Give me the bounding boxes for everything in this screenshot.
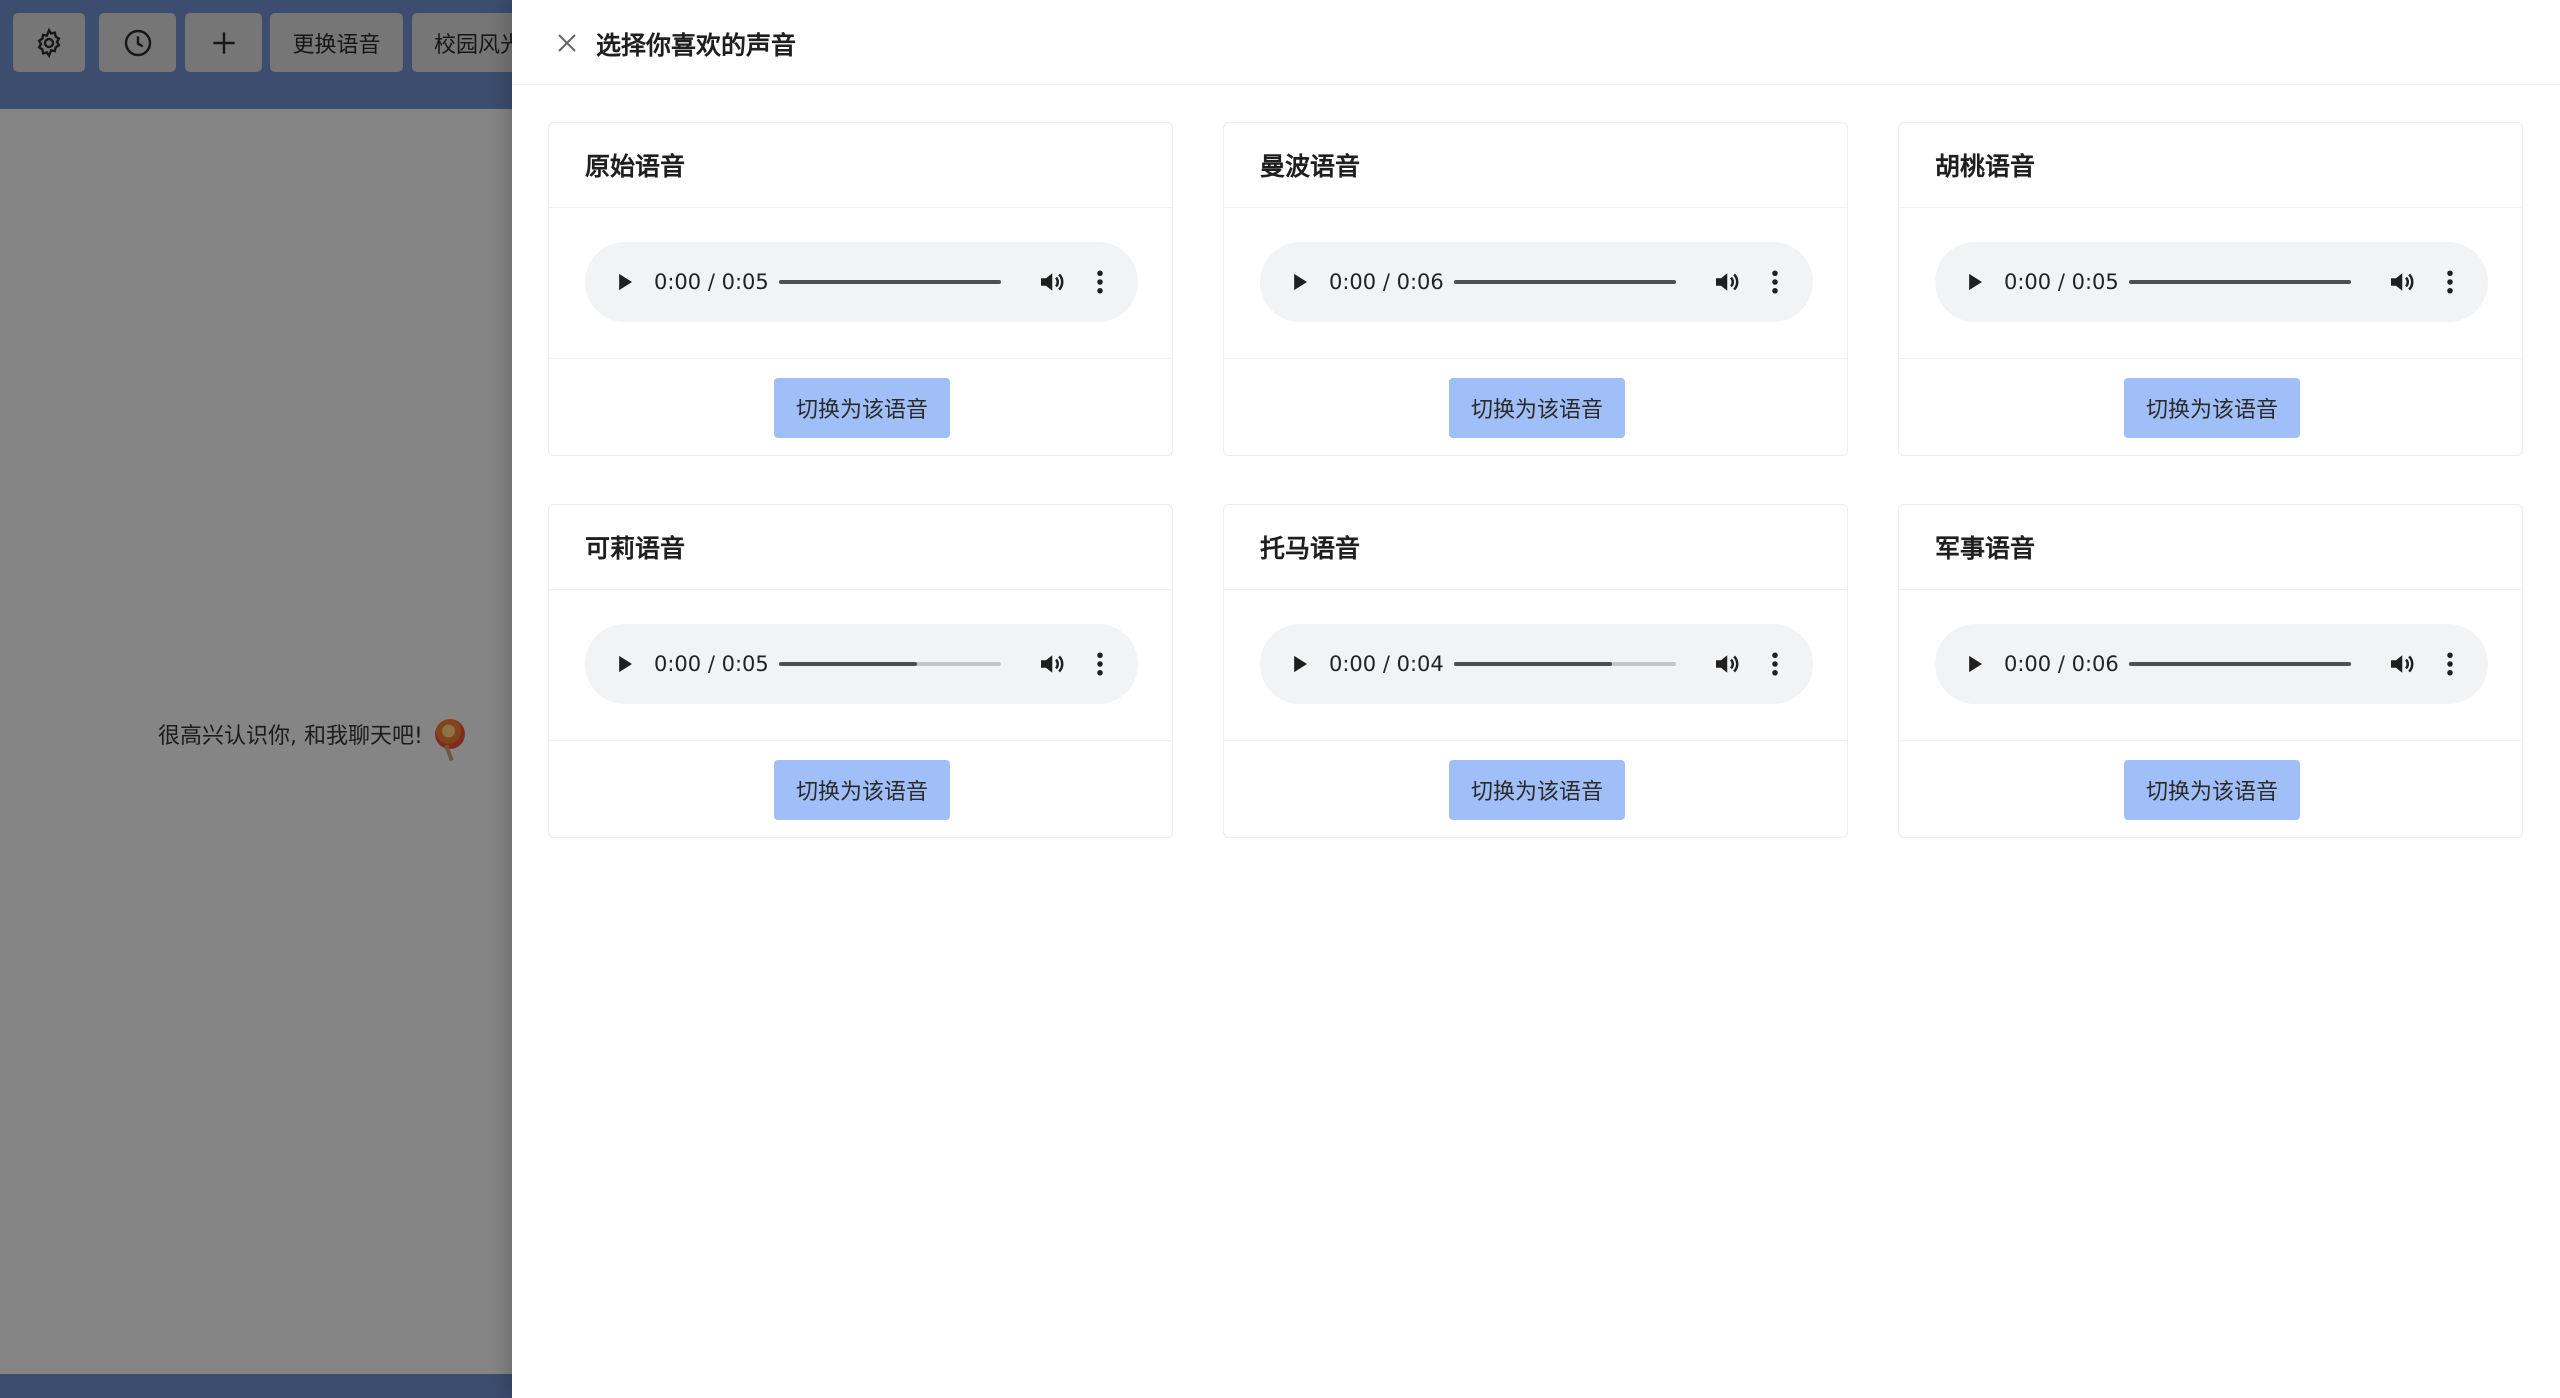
audio-progress-bar[interactable] [2129,662,2351,666]
audio-progress-bar[interactable] [1454,662,1676,666]
audio-progress-bar[interactable] [779,662,1001,666]
volume-icon[interactable] [2386,649,2416,679]
audio-time: 0:00 / 0:05 [654,652,769,676]
volume-icon[interactable] [1711,267,1741,297]
play-icon[interactable] [1286,268,1314,296]
more-options-icon[interactable] [1091,649,1109,679]
voice-card: 托马语音 0:00 / 0:04 切换为该语音 [1223,504,1848,838]
play-icon[interactable] [1286,650,1314,678]
audio-time: 0:00 / 0:05 [654,270,769,294]
voice-name: 托马语音 [1260,534,1361,563]
audio-progress-fill [1454,662,1612,666]
voice-card: 胡桃语音 0:00 / 0:05 切换为该语音 [1898,122,2523,456]
audio-progress-bar[interactable] [2129,280,2351,284]
volume-icon[interactable] [1711,649,1741,679]
more-options-icon[interactable] [1091,267,1109,297]
voice-name: 曼波语音 [1260,152,1361,181]
audio-player: 0:00 / 0:05 [585,242,1138,322]
play-icon[interactable] [1961,650,1989,678]
audio-time: 0:00 / 0:05 [2004,270,2119,294]
audio-time: 0:00 / 0:06 [2004,652,2119,676]
play-icon[interactable] [611,650,639,678]
divider [1224,207,1847,208]
audio-player: 0:00 / 0:05 [585,624,1138,704]
divider [549,358,1172,359]
switch-voice-button[interactable]: 切换为该语音 [1449,760,1625,820]
switch-voice-button[interactable]: 切换为该语音 [774,760,950,820]
divider [1899,358,2522,359]
switch-voice-button[interactable]: 切换为该语音 [2124,378,2300,438]
voice-card: 可莉语音 0:00 / 0:05 切换为该语音 [548,504,1173,838]
voice-name: 胡桃语音 [1935,152,2036,181]
audio-time: 0:00 / 0:04 [1329,652,1444,676]
drawer-title: 选择你喜欢的声音 [596,31,797,60]
play-icon[interactable] [611,268,639,296]
modal-overlay[interactable] [0,0,512,1398]
more-options-icon[interactable] [1766,649,1784,679]
switch-voice-button[interactable]: 切换为该语音 [1449,378,1625,438]
audio-time: 0:00 / 0:06 [1329,270,1444,294]
voice-card: 原始语音 0:00 / 0:05 切换为该语音 [548,122,1173,456]
drawer-header: 选择你喜欢的声音 [512,0,2560,85]
voice-card: 军事语音 0:00 / 0:06 切换为该语音 [1898,504,2523,838]
volume-icon[interactable] [1036,267,1066,297]
audio-progress-bar[interactable] [1454,280,1676,284]
divider [1224,740,1847,741]
play-icon[interactable] [1961,268,1989,296]
volume-icon[interactable] [1036,649,1066,679]
divider [1224,358,1847,359]
voice-selection-drawer: 选择你喜欢的声音 原始语音 0:00 / 0:05 切换为该语音 曼波语音 0:… [512,0,2560,1398]
switch-voice-button[interactable]: 切换为该语音 [2124,760,2300,820]
divider [1899,207,2522,208]
more-options-icon[interactable] [2441,649,2459,679]
switch-voice-button[interactable]: 切换为该语音 [774,378,950,438]
audio-player: 0:00 / 0:04 [1260,624,1813,704]
more-options-icon[interactable] [2441,267,2459,297]
audio-progress-fill [2129,662,2351,666]
voice-card: 曼波语音 0:00 / 0:06 切换为该语音 [1223,122,1848,456]
voice-name: 军事语音 [1935,534,2036,563]
close-icon [558,34,576,52]
audio-progress-fill [2129,280,2351,284]
close-button[interactable] [552,28,582,58]
audio-player: 0:00 / 0:05 [1935,242,2488,322]
audio-progress-fill [779,662,917,666]
voice-name: 原始语音 [585,152,686,181]
more-options-icon[interactable] [1766,267,1784,297]
audio-player: 0:00 / 0:06 [1260,242,1813,322]
divider [549,207,1172,208]
divider [1899,589,2522,590]
audio-progress-fill [779,280,1001,284]
audio-progress-fill [1454,280,1676,284]
divider [1224,589,1847,590]
voice-name: 可莉语音 [585,534,686,563]
volume-icon[interactable] [2386,267,2416,297]
divider [549,740,1172,741]
divider [1899,740,2522,741]
divider [549,589,1172,590]
audio-player: 0:00 / 0:06 [1935,624,2488,704]
audio-progress-bar[interactable] [779,280,1001,284]
